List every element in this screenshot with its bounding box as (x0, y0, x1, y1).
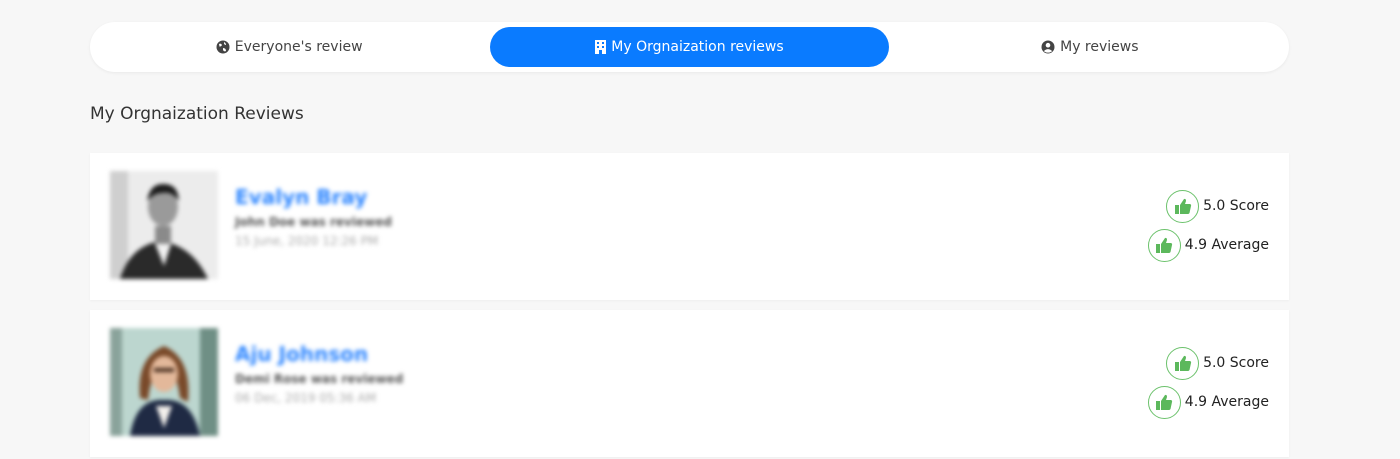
reviewer-name-link[interactable]: Aju Johnson (235, 342, 403, 366)
tab-label: Everyone's review (234, 39, 363, 55)
globe-icon (216, 40, 230, 54)
score-stat: 5.0 Score (1166, 345, 1269, 381)
reviewed-text: Demi Rose was reviewed (235, 372, 404, 386)
review-card: Aju Johnson Demi Rose was reviewed 06 De… (90, 310, 1289, 457)
average-text: 4.9 Average (1184, 237, 1269, 253)
building-icon (595, 40, 607, 54)
thumbs-up-icon (1147, 228, 1181, 262)
review-card: Evalyn Bray John Doe was reviewed 15 Jun… (90, 153, 1289, 300)
tab-my-organization-reviews[interactable]: My Orgnaization reviews (490, 27, 889, 67)
section-title: My Orgnaization Reviews (90, 104, 304, 124)
avatar (110, 328, 218, 436)
score-text: 5.0 Score (1203, 355, 1269, 371)
tab-my-reviews[interactable]: My reviews (891, 27, 1289, 67)
review-filter-tabs: Everyone's review My Orgnaization review… (90, 22, 1289, 72)
thumbs-up-icon (1166, 189, 1200, 223)
reviewed-text: John Doe was reviewed (235, 215, 392, 229)
review-info: Aju Johnson Demi Rose was reviewed 06 De… (235, 342, 403, 405)
review-info: Evalyn Bray John Doe was reviewed 15 Jun… (235, 185, 392, 248)
review-stats: 5.0 Score 4.9 Average (1147, 345, 1269, 423)
tab-everyones-review[interactable]: Everyone's review (90, 27, 488, 67)
tab-label: My reviews (1060, 39, 1139, 55)
review-stats: 5.0 Score 4.9 Average (1147, 188, 1269, 266)
tab-label: My Orgnaization reviews (611, 39, 784, 55)
score-stat: 5.0 Score (1166, 188, 1269, 224)
average-stat: 4.9 Average (1147, 384, 1269, 420)
user-circle-icon (1041, 40, 1055, 54)
reviewer-name-link[interactable]: Evalyn Bray (235, 185, 392, 209)
average-text: 4.9 Average (1184, 394, 1269, 410)
thumbs-up-icon (1166, 346, 1200, 380)
score-text: 5.0 Score (1203, 198, 1269, 214)
avatar (110, 171, 218, 279)
review-date: 06 Dec, 2019 05:36 AM (235, 391, 377, 405)
thumbs-up-icon (1147, 385, 1181, 419)
review-date: 15 June, 2020 12:26 PM (235, 234, 379, 248)
average-stat: 4.9 Average (1147, 227, 1269, 263)
